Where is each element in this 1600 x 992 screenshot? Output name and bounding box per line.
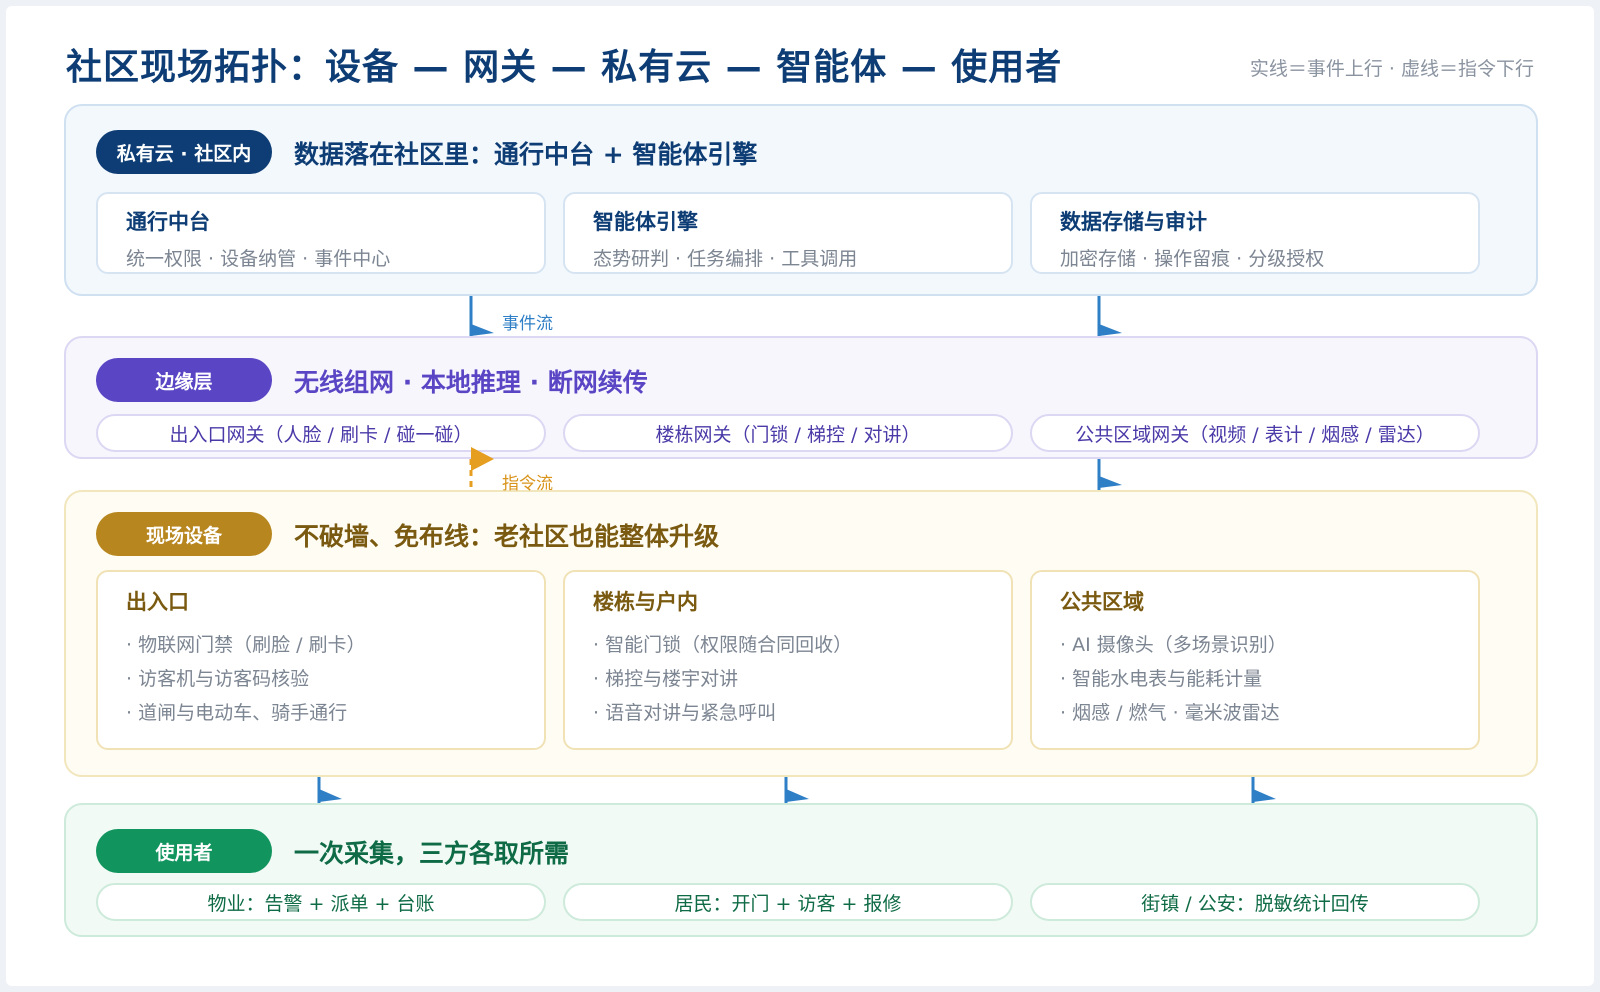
event-flow-label: 事件流 <box>502 314 553 334</box>
event-flow-arrow <box>1097 296 1122 336</box>
topology-diagram: 社区现场拓扑：设备 — 网关 — 私有云 — 智能体 — 使用者 实线＝事件上行… <box>6 6 1594 986</box>
command-flow-arrow <box>469 447 494 490</box>
event-flow-arrow <box>784 777 809 803</box>
command-flow-label: 指令流 <box>502 474 553 494</box>
event-flow-arrow <box>1097 459 1122 490</box>
event-flow-arrow <box>317 777 342 803</box>
event-flow-arrow <box>469 296 494 336</box>
event-flow-arrow <box>1251 777 1276 803</box>
flow-connectors <box>317 296 1276 803</box>
